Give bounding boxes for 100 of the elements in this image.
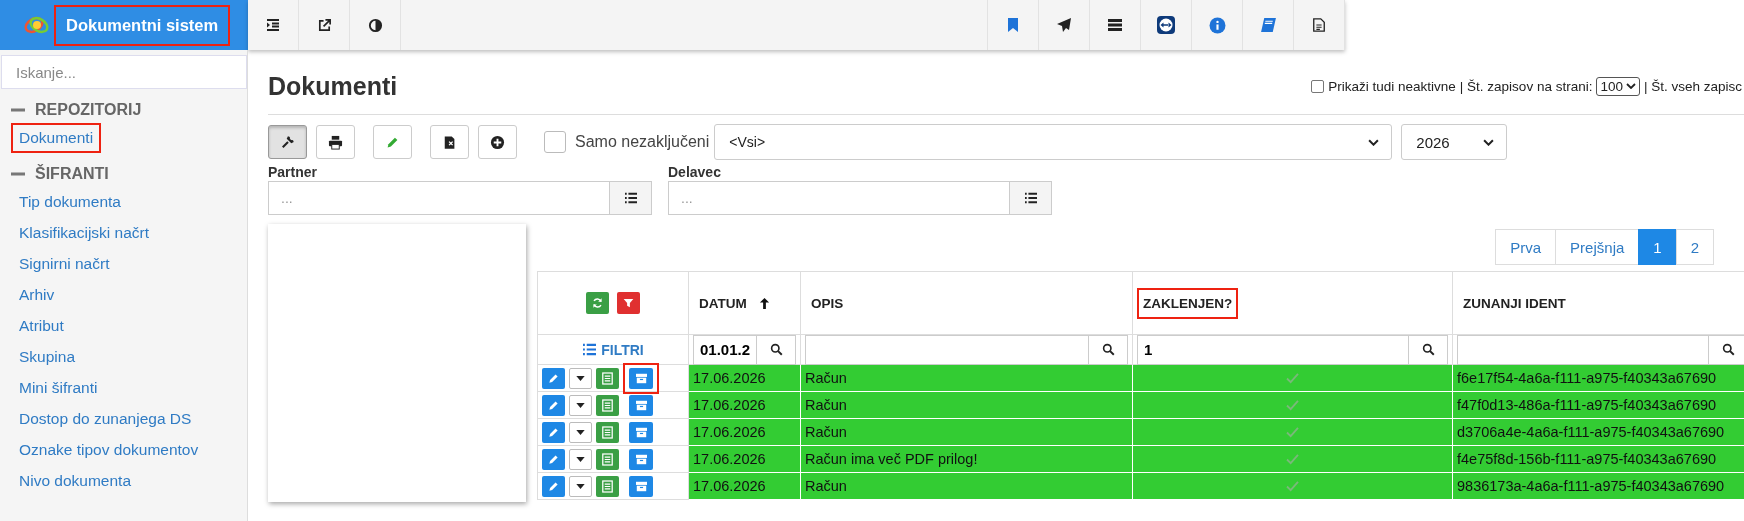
table-cell: f4e75f8d-156b-f111-a975-f40343a67690 [1457,451,1717,467]
year-select[interactable]: 2026 [1401,124,1508,160]
refresh-icon [592,297,603,309]
edit-button[interactable] [542,367,565,389]
table-cell: 17.06.2026 [693,424,766,440]
table-cell: 17.06.2026 [693,478,766,494]
search-button[interactable] [1088,334,1128,365]
chevron-down-icon [1625,83,1636,89]
edit-button[interactable] [542,421,565,443]
checkbox[interactable] [544,131,566,153]
filter-button[interactable] [617,292,640,314]
pencil-button[interactable] [373,125,412,159]
sidebar-link[interactable]: Oznake tipov dokumentov [11,435,207,465]
per-page-select[interactable]: 100 [1596,76,1640,96]
caret-icon [576,402,585,408]
per-page-label: | Št. zapisov na strani: [1459,78,1593,94]
section-heading: ŠIFRANTI [35,165,109,183]
table-cell: 9836173a-4a6a-f111-a975-f40343a67690 [1457,478,1725,494]
caret-icon [576,375,585,381]
list-icon [602,425,613,439]
archive-button[interactable] [629,394,653,416]
table-cell: 17.06.2026 [693,397,766,413]
total-records-label: | Št. vseh zapisc [1643,78,1742,94]
search-button[interactable] [1408,334,1448,365]
print-button[interactable] [316,125,355,159]
table-cell: Račun ima več PDF prilog! [805,451,978,467]
dropdown-button[interactable] [569,421,592,443]
table-cell: f47f0d13-486a-f111-a975-f40343a67690 [1457,397,1717,413]
archive-button[interactable] [629,475,653,497]
file-export-button[interactable] [430,125,469,159]
list-icon [602,452,613,466]
list-icon [623,192,638,204]
pagination-link[interactable]: 1 [1638,229,1677,265]
archive-button[interactable] [629,448,653,470]
search-field[interactable]: Iskanje... [1,55,247,89]
chevron-down-icon [1483,138,1495,146]
sidebar-link[interactable]: Signirni načrt [11,249,118,279]
dropdown-button[interactable] [569,394,592,416]
table-cell: Račun [805,478,847,494]
dropdown-button[interactable] [569,475,592,497]
archive-box-icon [634,372,648,384]
sidebar-link[interactable]: Tip dokumenta [11,187,129,217]
column-header[interactable]: ZUNANJI IDENT [1457,287,1572,319]
sidebar-link[interactable]: Dostop do zunanjega DS [11,404,200,434]
input-field[interactable]: ... [668,181,1009,215]
search-button[interactable] [1708,334,1744,365]
page-title: Dokumenti [268,71,398,101]
archive-button[interactable] [629,367,653,389]
printer-icon [328,134,343,150]
table-cell: 17.06.2026 [693,451,766,467]
column-header[interactable]: OPIS [805,287,850,319]
wrench-icon [280,135,295,149]
refresh-button[interactable] [586,292,609,314]
list-icon [602,398,613,412]
column-filter-field[interactable]: 1 [1137,334,1408,365]
filters-link[interactable]: FILTRI [601,341,644,358]
pencil-icon [548,453,559,465]
wrench-button[interactable] [268,125,307,159]
edit-button[interactable] [542,394,565,416]
search-button[interactable] [756,334,796,365]
caret-icon [576,456,585,462]
edit-button[interactable] [542,448,565,470]
sidebar-link[interactable]: Arhiv [11,280,63,310]
table-cell: Račun [805,370,847,386]
app-title[interactable]: Dokumentni sistem [54,4,231,46]
column-filter-field[interactable] [1457,334,1708,365]
add-button[interactable] [478,125,517,159]
caret-icon [576,429,585,435]
pencil-icon [548,426,559,438]
archive-button[interactable] [629,421,653,443]
field-label: Partner [268,163,319,181]
pagination-link[interactable]: Prva [1495,229,1557,265]
archive-box-icon [634,399,648,411]
funnel-icon [623,297,634,309]
column-header[interactable]: ZAKLENJEN? [1137,287,1239,319]
column-filter-field[interactable] [805,334,1088,365]
dropdown-button[interactable] [569,448,592,470]
search-icon [1421,343,1435,356]
pagination-link[interactable]: 2 [1675,229,1714,265]
list-button[interactable] [609,181,652,215]
sidebar-link[interactable]: Mini šifranti [11,373,106,403]
table-cell: Račun [805,397,847,413]
search-icon [1721,343,1735,356]
input-field[interactable]: ... [268,181,609,215]
type-select[interactable]: <Vsi> [714,124,1393,160]
table-cell: d3706a4e-4a6a-f111-a975-f40343a67690 [1457,424,1725,440]
edit-button[interactable] [542,475,565,497]
checkbox[interactable] [1311,79,1325,93]
pencil-icon [548,372,559,384]
dropdown-button[interactable] [569,367,592,389]
plus-circle-icon [490,134,505,150]
sidebar-link[interactable]: Skupina [11,342,83,372]
sidebar-link[interactable]: Atribut [11,311,72,341]
list-button[interactable] [1009,181,1052,215]
sidebar-link[interactable]: Klasifikacijski načrt [11,218,158,248]
sidebar-link[interactable]: Dokumenti [11,123,102,153]
table-cell: 17.06.2026 [693,370,766,386]
sidebar-link[interactable]: Nivo dokumenta [11,466,139,496]
list-icon [602,371,613,385]
column-filter-field[interactable]: 01.01.2 [693,334,756,365]
